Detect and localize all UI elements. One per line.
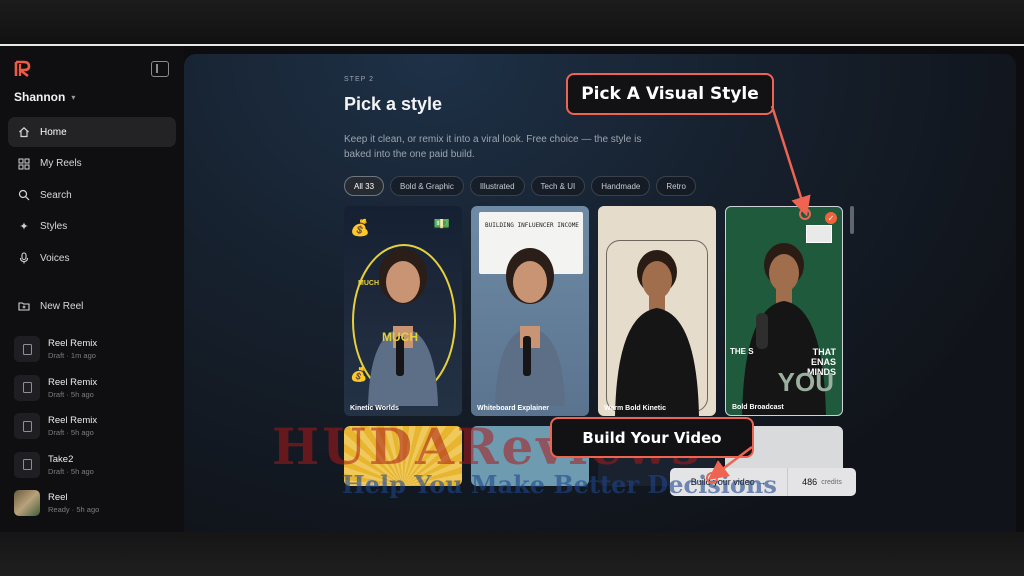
- film-icon: [22, 343, 32, 355]
- reel-title: Take2: [48, 453, 74, 465]
- step-indicator: STEP 2: [344, 76, 374, 83]
- sidebar-item-styles[interactable]: ✦ Styles: [8, 212, 176, 242]
- presenter-image: [495, 248, 565, 406]
- filter-chip-illustrated[interactable]: Illustrated: [469, 176, 525, 196]
- reel-status: Ready · 5h ago: [48, 505, 100, 515]
- sidebar-item-voices[interactable]: Voices: [8, 243, 176, 273]
- sidebar-item-label: Home: [40, 126, 67, 138]
- credits-balance: 486 credits: [788, 477, 856, 487]
- whiteboard-text: BUILDING INFLUENCER INCOME: [485, 222, 579, 229]
- sidebar-item-label: Styles: [40, 221, 68, 232]
- sidebar-item-my-reels[interactable]: My Reels: [8, 149, 176, 179]
- callout-build-video: Build Your Video: [550, 417, 754, 458]
- style-cards: 💰 💵 💰 MUCH MUCH Kinetic Worlds BUILDING …: [344, 206, 843, 416]
- selected-check-icon: ✓: [825, 212, 837, 224]
- video-top-bar: [0, 0, 1024, 44]
- style-card-bold-broadcast[interactable]: THE S THAT ENAS MINDS YOU ✓ Bold Broadca…: [725, 206, 843, 416]
- style-card-label: Kinetic Worlds: [350, 405, 399, 412]
- reel-thumbnail: [14, 336, 40, 363]
- money-bag-icon: 💰: [350, 220, 370, 237]
- mic-icon: [19, 252, 29, 264]
- overlay-text: THE S: [730, 347, 754, 356]
- reel-title: Reel: [48, 492, 68, 504]
- credits-unit: credits: [821, 478, 842, 486]
- filter-chip-all[interactable]: All 33: [344, 176, 385, 196]
- recent-reels-list: Reel Remix Draft · 1m ago Reel Remix Draft…: [14, 330, 174, 523]
- reel-thumbnail: [14, 451, 40, 478]
- filter-chip-retro[interactable]: Retro: [656, 176, 696, 196]
- reel-title: Reel Remix: [48, 376, 98, 388]
- doodle-text: MUCH: [358, 280, 379, 287]
- reel-status: Draft · 1m ago: [48, 351, 96, 361]
- new-reel-label: New Reel: [40, 300, 84, 312]
- style-filter-chips: All 33 Bold & Graphic Illustrated Tech &…: [344, 176, 696, 196]
- reel-thumbnail: [14, 413, 40, 440]
- sidebar-item-search[interactable]: Search: [8, 180, 176, 210]
- callout-pick-visual-style: Pick A Visual Style: [566, 73, 774, 115]
- folder-plus-icon: [18, 302, 30, 311]
- reel-status: Draft · 5h ago: [48, 428, 94, 438]
- list-item[interactable]: Take2 Draft · 5h ago: [14, 446, 174, 485]
- reel-status: Draft · 5h ago: [48, 466, 94, 476]
- account-name: Shannon: [14, 90, 66, 104]
- new-reel-button[interactable]: New Reel: [8, 291, 176, 321]
- grid-icon: [18, 158, 30, 169]
- reel-status: Draft · 5h ago: [48, 389, 94, 399]
- style-card-label: Whiteboard Explainer: [477, 405, 549, 412]
- reel-thumbnail: [14, 490, 40, 517]
- presenter-image: [615, 250, 699, 416]
- chevron-down-icon: ▾: [71, 92, 76, 102]
- doodle-text: MUCH: [382, 330, 418, 344]
- film-icon: [22, 420, 32, 432]
- filter-chip-handmade[interactable]: Handmade: [591, 176, 651, 196]
- sparkle-icon: ✦: [19, 221, 29, 233]
- cash-icon: 💵: [433, 216, 450, 231]
- sidebar-item-label: My Reels: [40, 158, 82, 169]
- app-logo-icon[interactable]: [14, 60, 32, 78]
- style-card-label: Bold Broadcast: [732, 404, 784, 411]
- reel-title: Reel Remix: [48, 338, 98, 350]
- home-icon: [19, 126, 29, 138]
- sidebar-item-home[interactable]: Home: [8, 117, 176, 147]
- video-bottom-bar: [0, 532, 1024, 576]
- filter-chip-bold-graphic[interactable]: Bold & Graphic: [390, 176, 464, 196]
- list-item[interactable]: Reel Ready · 5h ago: [14, 484, 174, 523]
- scrollbar[interactable]: [850, 206, 854, 234]
- search-icon: [18, 189, 30, 201]
- account-switcher[interactable]: Shannon ▾: [14, 90, 75, 104]
- presenter-image: [368, 248, 438, 406]
- list-item[interactable]: Reel Remix Draft · 5h ago: [14, 369, 174, 408]
- sidebar-item-label: Voices: [40, 252, 70, 264]
- list-item[interactable]: Reel Remix Draft · 1m ago: [14, 330, 174, 369]
- sidebar-item-label: Search: [40, 189, 72, 201]
- reel-title: Reel Remix: [48, 415, 98, 427]
- list-item[interactable]: Reel Remix Draft · 5h ago: [14, 407, 174, 446]
- filter-chip-tech-ui[interactable]: Tech & UI: [530, 176, 586, 196]
- page-title: Pick a style: [344, 94, 443, 114]
- reel-thumbnail: [14, 374, 40, 401]
- page-description: Keep it clean, or remix it into a viral …: [344, 134, 642, 160]
- film-icon: [22, 459, 32, 471]
- style-card-kinetic-worlds[interactable]: 💰 💵 💰 MUCH MUCH Kinetic Worlds: [344, 206, 462, 416]
- film-icon: [22, 382, 32, 394]
- overlay-text: YOU: [777, 367, 834, 397]
- style-card-whiteboard-explainer[interactable]: BUILDING INFLUENCER INCOME Whiteboard Ex…: [471, 206, 589, 416]
- style-card-warm-bold-kinetic[interactable]: Warm Bold Kinetic: [598, 206, 716, 416]
- sidebar-nav: Home My Reels Search ✦ Styles Voices: [8, 117, 176, 275]
- watermark-tagline: Help You Make Better Decisions: [342, 470, 777, 499]
- style-card-label: Warm Bold Kinetic: [604, 405, 666, 412]
- credits-value: 486: [802, 477, 818, 487]
- sidebar-collapse-icon[interactable]: [151, 61, 169, 77]
- sidebar: Shannon ▾ Home My Reels Search ✦ Styles: [0, 46, 184, 532]
